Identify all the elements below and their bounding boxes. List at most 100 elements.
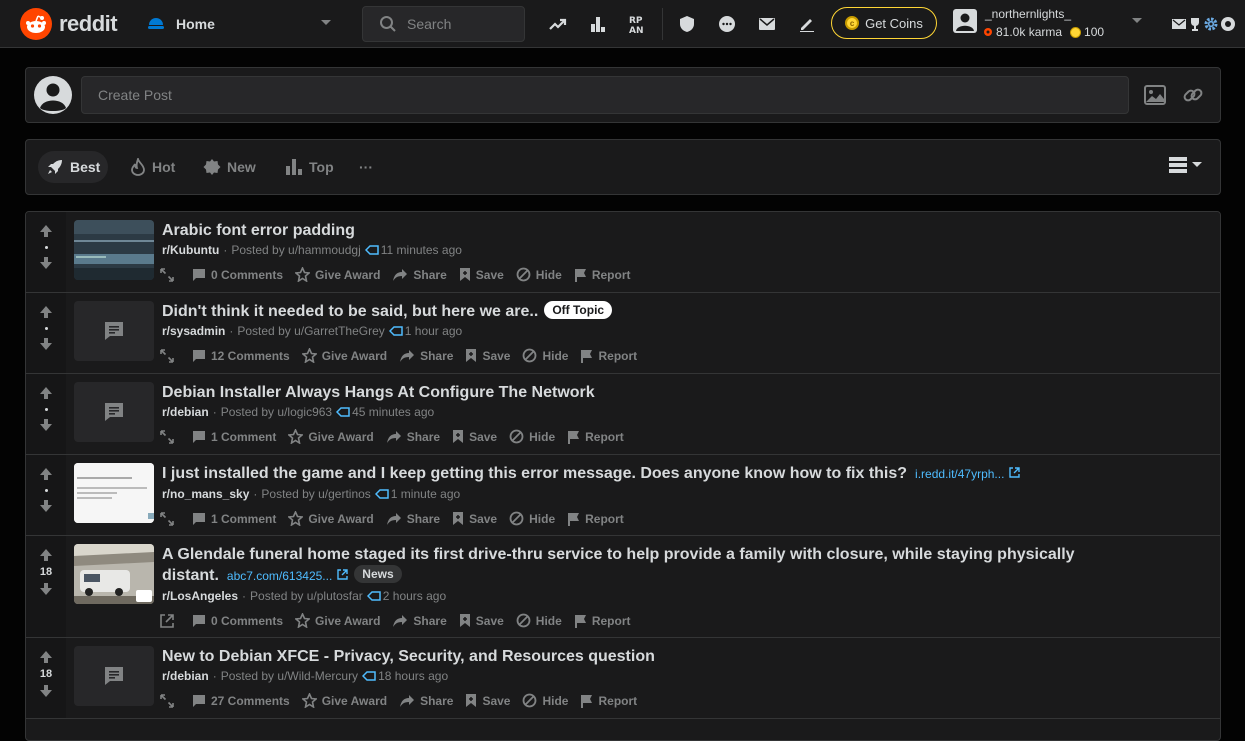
report-button[interactable]: Report xyxy=(580,349,637,363)
expand-icon[interactable] xyxy=(160,511,174,526)
upvote-arrow-icon[interactable] xyxy=(39,224,53,238)
post-thumbnail[interactable] xyxy=(74,463,154,523)
give-award-button[interactable]: Give Award xyxy=(301,693,387,708)
home-dropdown[interactable]: Home xyxy=(146,8,342,40)
post-title[interactable]: New to Debian XFCE - Privacy, Security, … xyxy=(162,646,1200,667)
post-flair[interactable]: News xyxy=(354,565,402,583)
posted-by[interactable]: Posted by u/plutosfar xyxy=(250,588,363,604)
post-card[interactable]: Arabic font error padding r/Kubuntu · Po… xyxy=(26,212,1220,293)
upvote-arrow-icon[interactable] xyxy=(39,467,53,481)
post-title[interactable]: A Glendale funeral home staged its first… xyxy=(162,544,1200,587)
post-thumbnail[interactable] xyxy=(74,382,154,442)
mail-icon[interactable] xyxy=(755,12,779,36)
share-button[interactable]: Share xyxy=(399,694,453,708)
post-thumbnail[interactable] xyxy=(74,301,154,361)
post-time[interactable]: 1 minute ago xyxy=(391,486,460,502)
post-card[interactable]: 18 New to Debian XFCE - Privacy, Securit… xyxy=(26,638,1220,719)
subreddit-link[interactable]: r/Kubuntu xyxy=(162,242,219,258)
expand-icon[interactable] xyxy=(160,693,174,708)
give-award-button[interactable]: Give Award xyxy=(301,348,387,363)
share-button[interactable]: Share xyxy=(386,430,440,444)
more-sort-options-button[interactable]: ··· xyxy=(351,151,381,183)
eye-extension-icon[interactable] xyxy=(1216,12,1240,36)
external-link-icon[interactable] xyxy=(337,569,348,580)
give-award-button[interactable]: Give Award xyxy=(295,267,380,282)
post-thumbnail[interactable] xyxy=(74,646,154,706)
save-button[interactable]: Save xyxy=(465,348,510,363)
upvote-arrow-icon[interactable] xyxy=(39,386,53,400)
subreddit-link[interactable]: r/no_mans_sky xyxy=(162,486,249,502)
share-button[interactable]: Share xyxy=(399,349,453,363)
post-card[interactable]: Didn't think it needed to be said, but h… xyxy=(26,293,1220,374)
upvote-arrow-icon[interactable] xyxy=(39,650,53,664)
get-coins-button[interactable]: c Get Coins xyxy=(831,7,937,39)
post-time[interactable]: 45 minutes ago xyxy=(352,404,434,420)
posted-by[interactable]: Posted by u/Wild-Mercury xyxy=(221,668,358,684)
post-card[interactable]: I just installed the game and I keep get… xyxy=(26,455,1220,536)
post-card[interactable]: 18 A Glendale funeral home staged its fi… xyxy=(26,536,1220,638)
upvote-arrow-icon[interactable] xyxy=(39,548,53,562)
upvote-arrow-icon[interactable] xyxy=(39,305,53,319)
external-link-icon[interactable] xyxy=(1009,467,1021,478)
give-award-button[interactable]: Give Award xyxy=(295,613,380,628)
post-time[interactable]: 18 hours ago xyxy=(378,668,448,684)
post-time[interactable]: 2 hours ago xyxy=(383,588,446,604)
sort-top-button[interactable]: Top xyxy=(277,151,342,183)
chat-icon[interactable] xyxy=(715,12,739,36)
search-input[interactable] xyxy=(407,16,517,32)
hide-button[interactable]: Hide xyxy=(516,267,562,282)
expand-icon[interactable] xyxy=(160,348,174,363)
comments-button[interactable]: 0 Comments xyxy=(192,268,283,282)
view-layout-button[interactable] xyxy=(1168,156,1202,174)
give-award-button[interactable]: Give Award xyxy=(288,429,374,444)
trending-icon[interactable] xyxy=(546,12,570,36)
open-link-icon[interactable] xyxy=(160,613,174,628)
give-award-button[interactable]: Give Award xyxy=(288,511,374,526)
avatar[interactable] xyxy=(34,76,72,114)
hide-button[interactable]: Hide xyxy=(509,429,555,444)
downvote-arrow-icon[interactable] xyxy=(39,418,53,432)
comments-button[interactable]: 0 Comments xyxy=(192,614,283,628)
report-button[interactable]: Report xyxy=(567,512,624,526)
subreddit-link[interactable]: r/debian xyxy=(162,404,209,420)
post-time[interactable]: 11 minutes ago xyxy=(381,242,462,258)
expand-icon[interactable] xyxy=(160,429,174,444)
sort-new-button[interactable]: New xyxy=(195,151,264,183)
post-time[interactable]: 1 hour ago xyxy=(405,323,462,339)
report-button[interactable]: Report xyxy=(567,430,624,444)
leaderboard-icon[interactable] xyxy=(586,12,610,36)
report-button[interactable]: Report xyxy=(574,614,630,628)
comments-button[interactable]: 1 Comment xyxy=(192,430,276,444)
comments-button[interactable]: 12 Comments xyxy=(192,349,290,363)
shield-icon[interactable] xyxy=(675,12,699,36)
save-button[interactable]: Save xyxy=(465,693,510,708)
reddit-logo[interactable]: reddit xyxy=(20,8,118,40)
user-menu[interactable]: _northernlights_ 81.0k karma 100 xyxy=(953,5,1149,43)
share-button[interactable]: Share xyxy=(386,512,440,526)
create-post-input[interactable] xyxy=(81,76,1129,114)
post-title[interactable]: I just installed the game and I keep get… xyxy=(162,463,1200,485)
report-button[interactable]: Report xyxy=(574,268,630,282)
downvote-arrow-icon[interactable] xyxy=(39,582,53,596)
post-thumbnail[interactable] xyxy=(74,544,154,604)
post-flair[interactable]: Off Topic xyxy=(544,301,613,319)
comments-button[interactable]: 27 Comments xyxy=(192,694,290,708)
hide-button[interactable]: Hide xyxy=(522,348,568,363)
rpan-icon[interactable]: RP AN xyxy=(626,12,650,36)
post-title[interactable]: Arabic font error padding xyxy=(162,220,1200,241)
hide-button[interactable]: Hide xyxy=(516,613,562,628)
hide-button[interactable]: Hide xyxy=(509,511,555,526)
comments-button[interactable]: 1 Comment xyxy=(192,512,276,526)
save-button[interactable]: Save xyxy=(459,267,504,282)
search-box[interactable] xyxy=(362,6,525,42)
post-title[interactable]: Debian Installer Always Hangs At Configu… xyxy=(162,382,1200,403)
image-upload-icon[interactable] xyxy=(1143,83,1167,107)
downvote-arrow-icon[interactable] xyxy=(39,256,53,270)
external-link[interactable]: abc7.com/613425... xyxy=(227,569,332,583)
post-thumbnail[interactable] xyxy=(74,220,154,280)
downvote-arrow-icon[interactable] xyxy=(39,499,53,513)
save-button[interactable]: Save xyxy=(452,511,497,526)
hide-button[interactable]: Hide xyxy=(522,693,568,708)
posted-by[interactable]: Posted by u/gertinos xyxy=(261,486,370,502)
sort-best-button[interactable]: Best xyxy=(38,151,109,183)
